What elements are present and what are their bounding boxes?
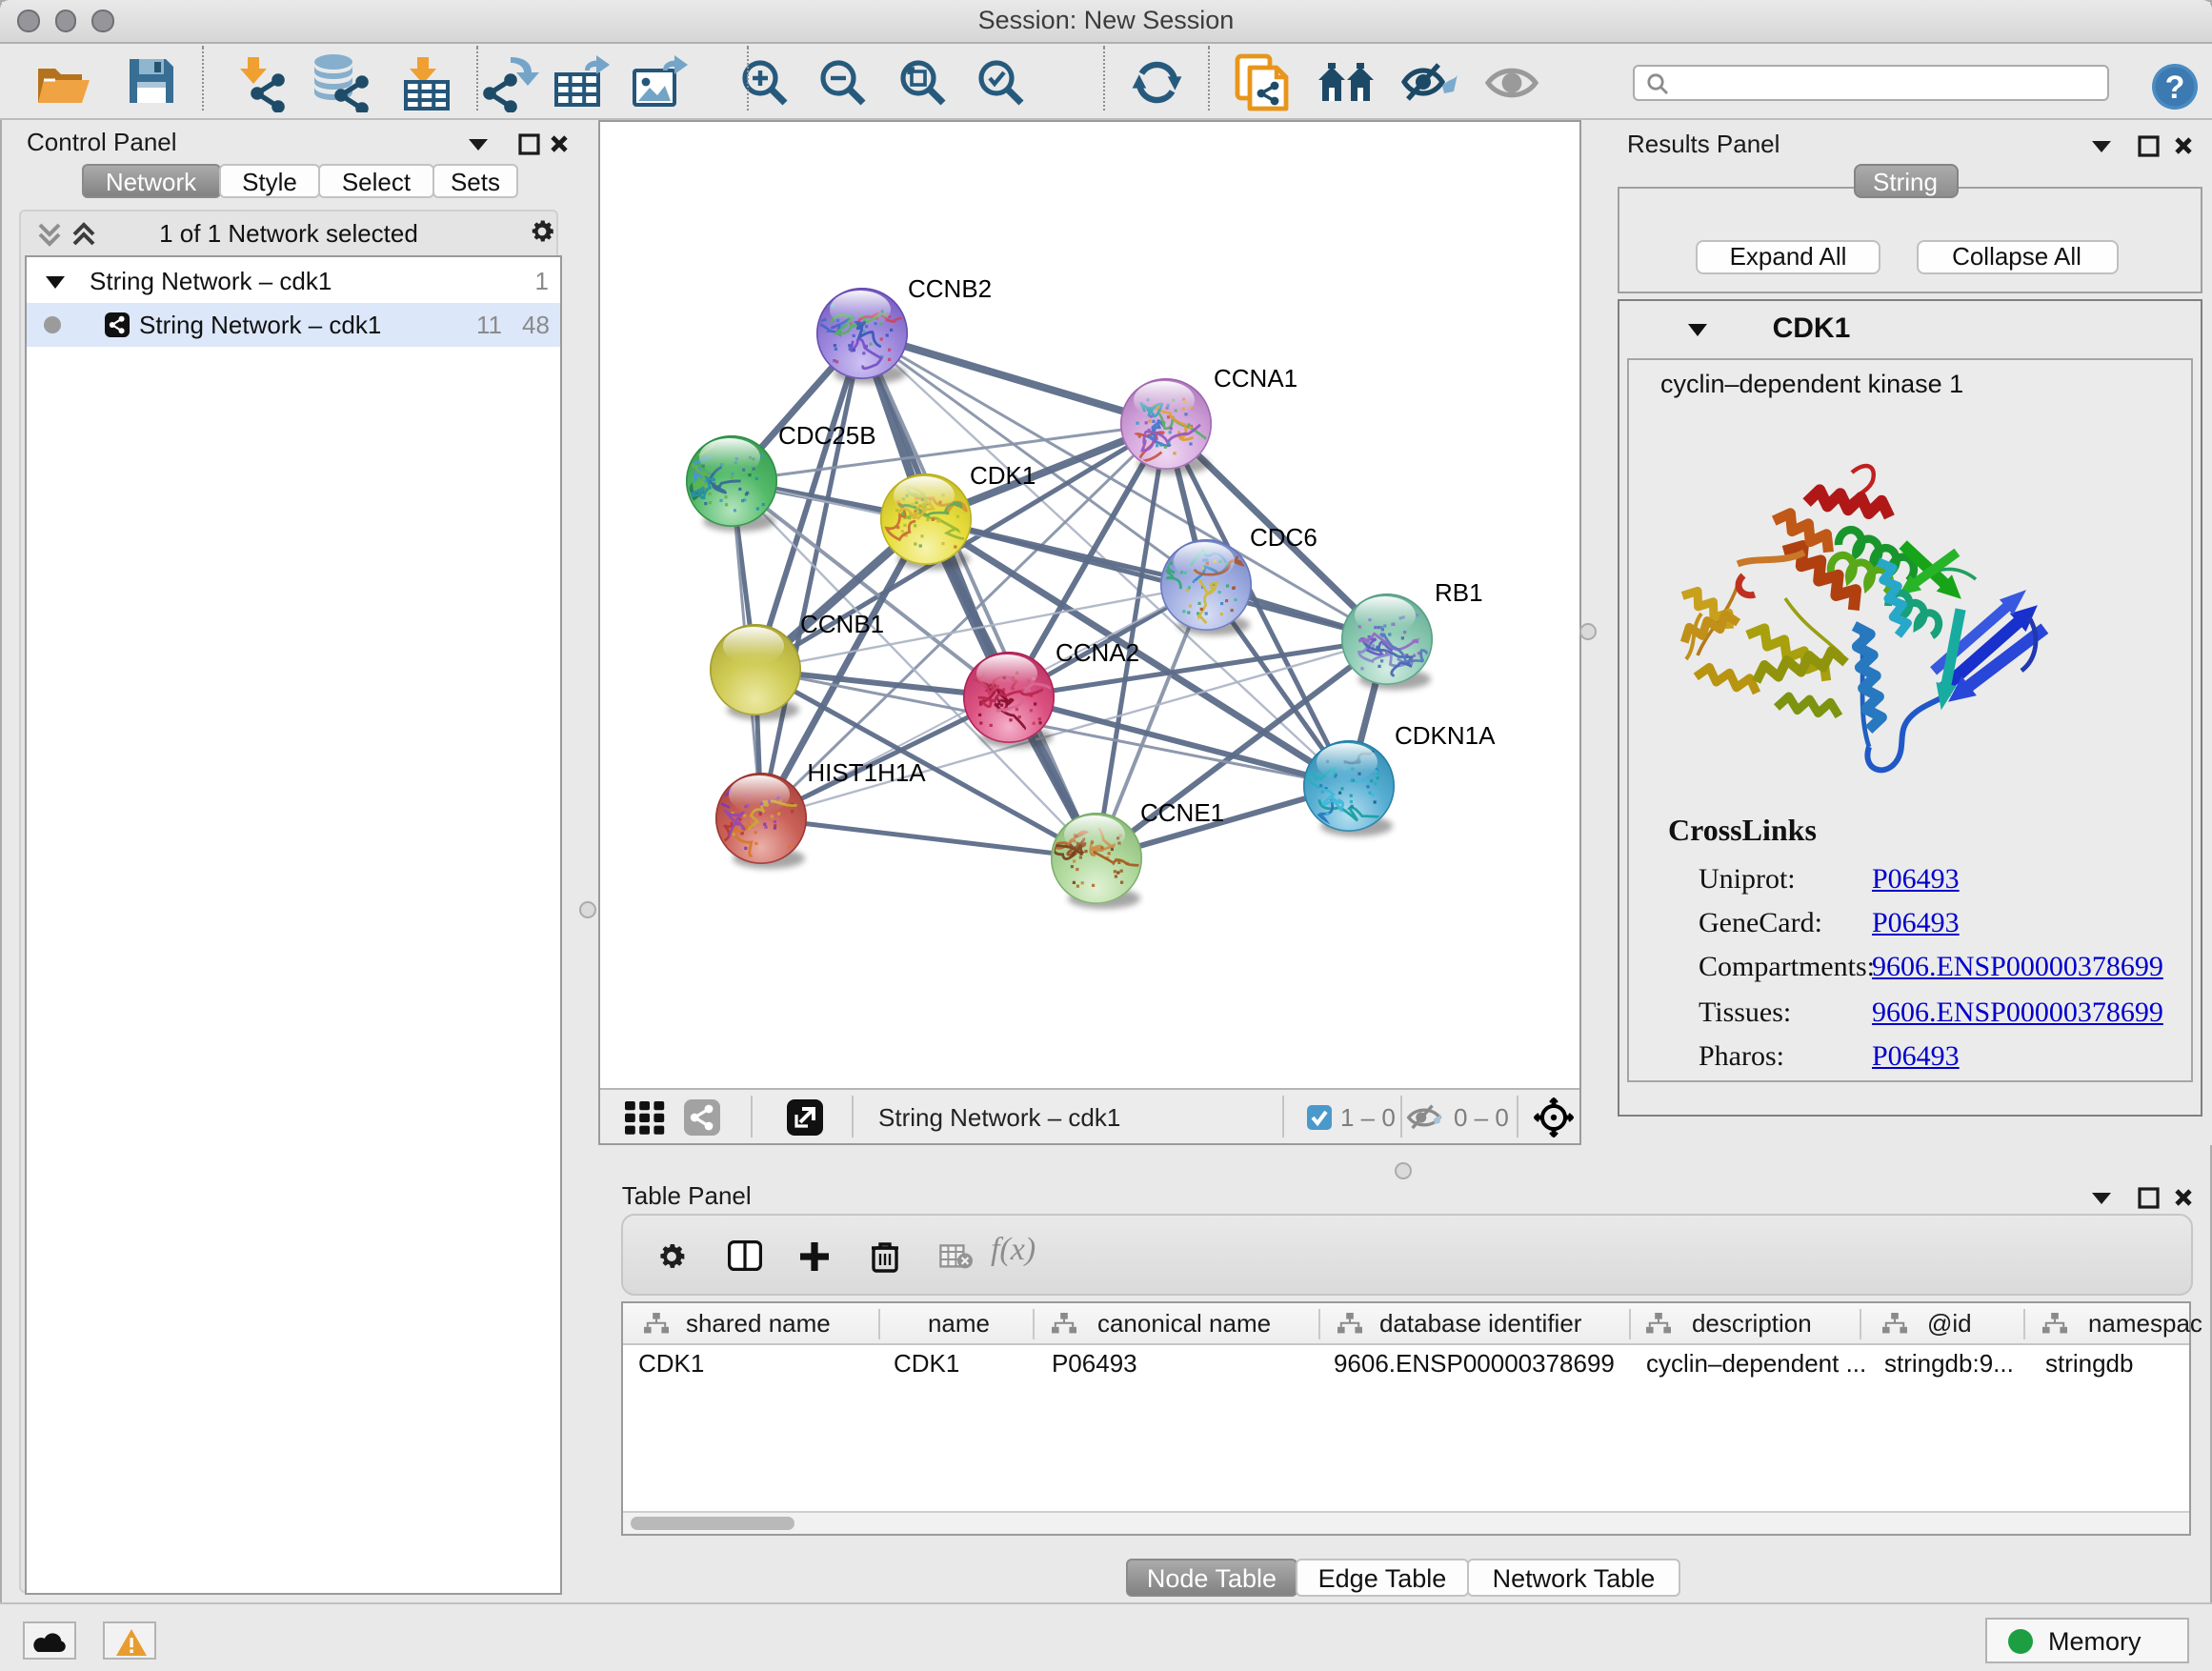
svg-text:CDC25B: CDC25B xyxy=(778,421,876,450)
svg-text:CCNB1: CCNB1 xyxy=(800,610,884,638)
svg-text:CCNA1: CCNA1 xyxy=(1214,364,1297,393)
svg-text:CDKN1A: CDKN1A xyxy=(1395,721,1496,750)
svg-text:RB1: RB1 xyxy=(1435,578,1483,607)
svg-text:?: ? xyxy=(2164,70,2184,106)
svg-text:CCNA2: CCNA2 xyxy=(1056,638,1139,667)
svg-text:CCNB2: CCNB2 xyxy=(908,274,992,303)
svg-text:CDC6: CDC6 xyxy=(1250,523,1317,552)
svg-text:HIST1H1A: HIST1H1A xyxy=(807,758,926,787)
svg-text:CDK1: CDK1 xyxy=(970,461,1036,490)
svg-text:CCNE1: CCNE1 xyxy=(1140,798,1224,827)
